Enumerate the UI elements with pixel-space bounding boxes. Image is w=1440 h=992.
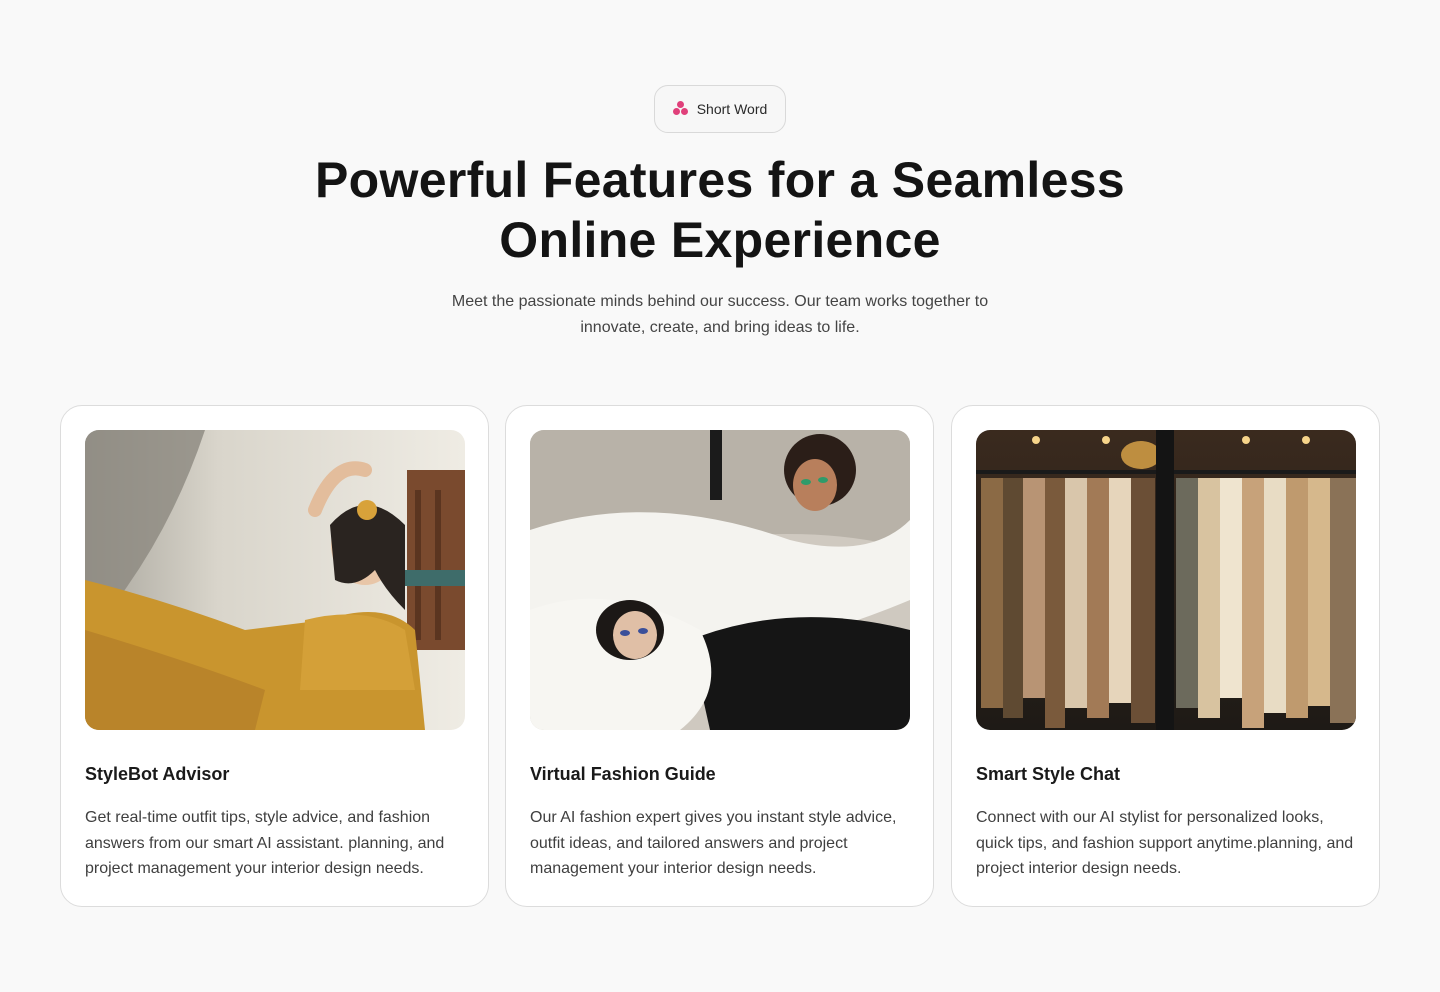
card-description: Connect with our AI stylist for personal… [976, 809, 1354, 877]
card-description: Our AI fashion expert gives you instant … [530, 809, 897, 877]
feature-card-stylebot[interactable]: StyleBot Advisor Get real-time outfit ti… [60, 405, 489, 907]
intro-text: Meet the passionate minds behind our suc… [451, 293, 989, 336]
card-description: Get real-time outfit tips, style advice,… [85, 809, 445, 877]
feature-card-virtual-guide[interactable]: Virtual Fashion Guide Our AI fashion exp… [505, 405, 934, 907]
card-title: Smart Style Chat [976, 764, 1121, 784]
two-models-in-white-photo [530, 430, 910, 730]
page-title: Powerful Features for a Seamless Online … [315, 152, 1125, 268]
feature-card-smart-chat[interactable]: Smart Style Chat Connect with our AI sty… [951, 405, 1380, 907]
section-badge: Short Word [654, 85, 786, 133]
flower-icon [672, 101, 689, 117]
card-title: Virtual Fashion Guide [530, 764, 716, 784]
card-title: StyleBot Advisor [85, 764, 230, 784]
clothing-rack-photo [976, 430, 1356, 730]
woman-in-mustard-dress-photo [85, 430, 465, 730]
features-section: Short Word Powerful Features for a Seaml… [0, 0, 1440, 992]
badge-label: Short Word [696, 101, 768, 117]
